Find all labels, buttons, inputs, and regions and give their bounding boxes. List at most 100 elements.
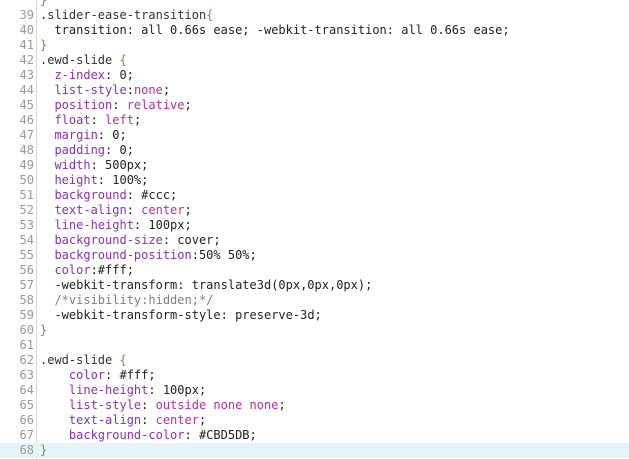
code-line[interactable]: 47 margin: 0; [0, 128, 629, 143]
line-number: 39 [19, 8, 34, 22]
code-line[interactable]: 49 width: 500px; [0, 158, 629, 173]
code-line[interactable]: 44 list-style:none; [0, 83, 629, 98]
code-text: text-align: center; [40, 203, 192, 218]
code-line[interactable]: 53 line-height: 100px; [0, 218, 629, 233]
code-text: background-size: cover; [40, 233, 220, 248]
code-text: height: 100%; [40, 173, 148, 188]
line-number: 55 [19, 248, 34, 262]
code-line[interactable]: } [0, 0, 629, 8]
code-text: /*visibility:hidden;*/ [40, 293, 213, 308]
code-token: background-color [40, 428, 185, 442]
code-text: } [40, 0, 47, 8]
code-token: .ewd-slide [40, 53, 120, 67]
code-line[interactable]: 58 /*visibility:hidden;*/ [0, 293, 629, 308]
code-text: margin: 0; [40, 128, 127, 143]
line-number: 63 [19, 368, 34, 382]
code-token: : [126, 83, 134, 97]
code-text: .slider-ease-transition{ [40, 8, 213, 23]
code-line[interactable]: 41} [0, 38, 629, 53]
code-token: none [133, 83, 163, 97]
code-token: relative [126, 98, 185, 112]
code-token: : [112, 98, 127, 112]
code-line[interactable]: 45 position: relative; [0, 98, 629, 113]
code-line[interactable]: 61 [0, 338, 629, 353]
line-number: 45 [19, 98, 34, 112]
code-text: } [40, 323, 47, 338]
code-line[interactable]: 56 color:#fff; [0, 263, 629, 278]
code-token: } [40, 323, 48, 337]
code-token: : #ccc; [126, 188, 178, 202]
code-token: text-align [40, 413, 142, 427]
code-token: background-position [40, 248, 192, 262]
code-token: outside none none [155, 398, 279, 412]
code-line[interactable]: 66 text-align: center; [0, 413, 629, 428]
code-line[interactable]: 59 -webkit-transform-style: preserve-3d; [0, 308, 629, 323]
code-token: : [126, 203, 142, 217]
code-token: : [141, 398, 156, 412]
code-line[interactable]: 50 height: 100%; [0, 173, 629, 188]
code-token: : 0; [97, 128, 127, 142]
line-number: 57 [19, 278, 34, 292]
code-token: : 100px; [148, 383, 207, 397]
line-number: 67 [19, 428, 34, 442]
code-token: -webkit-transform-style [40, 308, 221, 322]
code-token: color [40, 263, 91, 277]
code-token: ; [184, 203, 192, 217]
line-number: 44 [19, 83, 34, 97]
line-number: 50 [19, 173, 34, 187]
code-text: -webkit-transform-style: preserve-3d; [40, 308, 322, 323]
code-line[interactable]: 54 background-size: cover; [0, 233, 629, 248]
code-token: transition: all 0.66s ease; -webkit-tran… [40, 23, 510, 37]
code-line[interactable]: 43 z-index: 0; [0, 68, 629, 83]
code-text: list-style:none; [40, 83, 170, 98]
code-line[interactable]: 57 -webkit-transform: translate3d(0px,0p… [0, 278, 629, 293]
code-line[interactable]: 65 list-style: outside none none; [0, 398, 629, 413]
line-number: 53 [19, 218, 34, 232]
code-line[interactable]: 42 .ewd-slide { [0, 53, 629, 68]
code-token: z-index [40, 68, 106, 82]
code-line[interactable]: 63 color: #fff; [0, 368, 629, 383]
line-number: 66 [19, 413, 34, 427]
code-line[interactable]: 64 line-height: 100px; [0, 383, 629, 398]
code-token: : #CBD5DB; [184, 428, 257, 442]
code-token: center [155, 413, 199, 427]
code-token: ; [278, 398, 286, 412]
code-text: background-color: #CBD5DB; [40, 428, 257, 443]
code-line[interactable]: 46 float: left; [0, 113, 629, 128]
line-number: 40 [19, 23, 34, 37]
code-line[interactable]: 67 background-color: #CBD5DB; [0, 428, 629, 443]
code-line[interactable]: 55 background-position:50% 50%; [0, 248, 629, 263]
code-token: : 100px; [133, 218, 192, 232]
code-token: .slider-ease-transition [40, 8, 207, 22]
code-line[interactable]: 51 background: #ccc; [0, 188, 629, 203]
code-token: : 500px; [90, 158, 149, 172]
code-text: padding: 0; [40, 143, 134, 158]
code-line[interactable]: 62 .ewd-slide { [0, 353, 629, 368]
code-text: width: 500px; [40, 158, 148, 173]
code-token: list-style [40, 398, 142, 412]
code-line[interactable]: 39 .slider-ease-transition{ [0, 8, 629, 23]
code-text: } [40, 38, 47, 53]
code-token: } [40, 38, 48, 52]
code-editor[interactable]: } 39 .slider-ease-transition{40 transition… [0, 0, 629, 459]
code-text: background: #ccc; [40, 188, 177, 203]
line-number: 52 [19, 203, 34, 217]
code-text: color:#fff; [40, 263, 134, 278]
code-text: position: relative; [40, 98, 191, 113]
code-token: line-height [40, 383, 149, 397]
code-token: : [141, 413, 156, 427]
code-token: color [40, 368, 106, 382]
line-number: 51 [19, 188, 34, 202]
line-number: 47 [19, 128, 34, 142]
code-line[interactable]: 52 text-align: center; [0, 203, 629, 218]
code-token: background [40, 188, 127, 202]
line-number: 48 [19, 143, 34, 157]
current-line[interactable]: 68} [0, 443, 629, 458]
code-line[interactable]: 40 transition: all 0.66s ease; -webkit-t… [0, 23, 629, 38]
code-line[interactable]: 60} [0, 323, 629, 338]
code-token: ; [133, 113, 142, 127]
code-text: color: #fff; [40, 368, 156, 383]
code-token: line-height [40, 218, 134, 232]
code-line[interactable]: 48 padding: 0; [0, 143, 629, 158]
code-token: : preserve-3d; [220, 308, 322, 322]
